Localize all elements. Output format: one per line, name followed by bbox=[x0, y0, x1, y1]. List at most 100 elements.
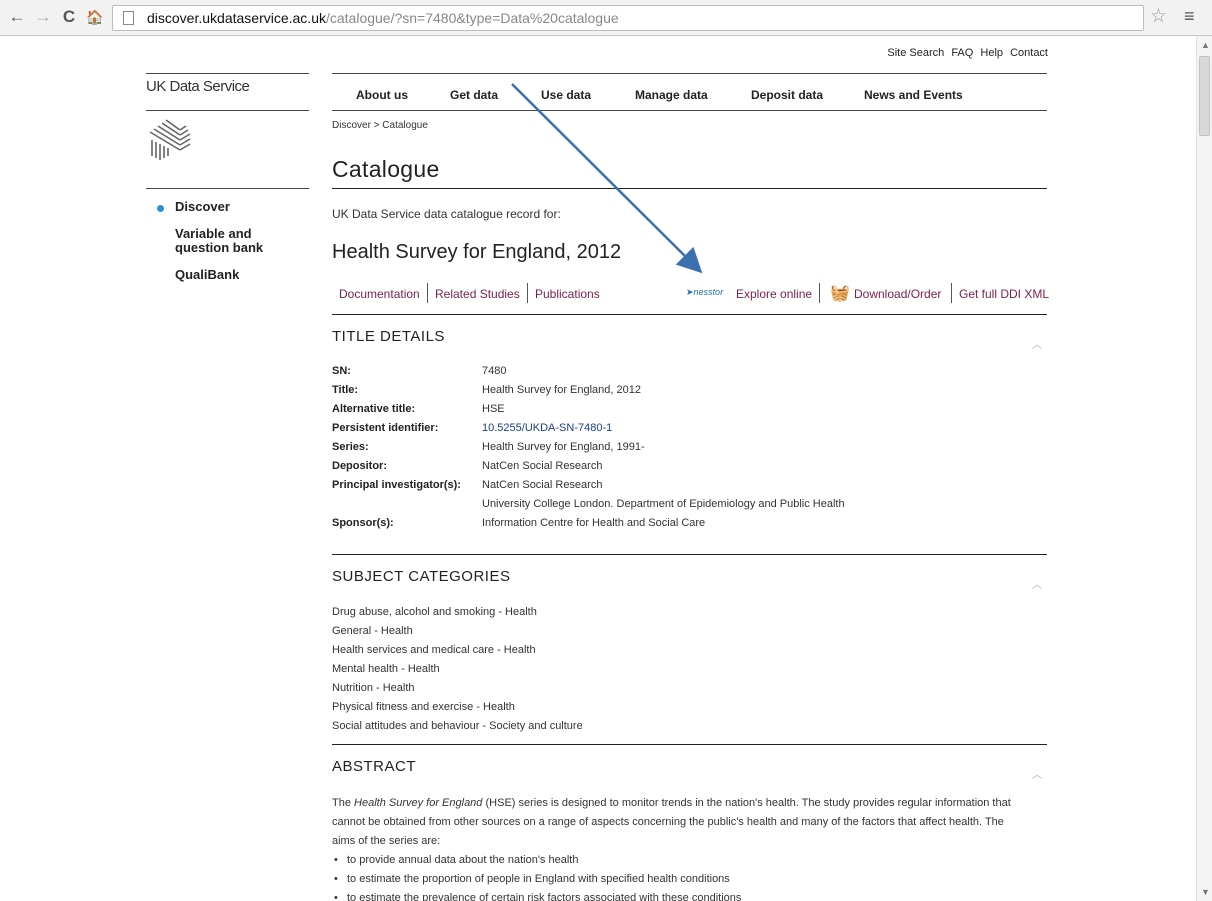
utility-links: Site Search FAQ Help Contact bbox=[860, 47, 1048, 59]
active-indicator-icon bbox=[157, 205, 164, 212]
series-link[interactable]: Health Survey for England, 1991- bbox=[482, 438, 645, 457]
brand-name[interactable]: UK Data Service bbox=[146, 78, 250, 95]
persistent-identifier-link[interactable]: 10.5255/UKDA-SN-7480-1 bbox=[482, 419, 612, 438]
site-search-link[interactable]: Site Search bbox=[887, 47, 944, 59]
separator bbox=[427, 283, 428, 303]
subject-list: Drug abuse, alcohol and smoking - Health… bbox=[332, 603, 583, 736]
vertical-scrollbar[interactable]: ▲ ▼ bbox=[1196, 36, 1212, 901]
sidebar-item-label-line2: question bank bbox=[175, 240, 264, 255]
sidebar-item-label-line1: Variable and bbox=[175, 226, 252, 241]
brand-divider-top bbox=[146, 73, 309, 74]
contact-link[interactable]: Contact bbox=[1010, 47, 1048, 59]
separator bbox=[951, 283, 952, 303]
breadcrumb[interactable]: Discover > Catalogue bbox=[332, 120, 428, 131]
abstract-line: aims of the series are: bbox=[332, 835, 441, 847]
sidebar-item-qualibank[interactable]: QualiBank bbox=[175, 268, 239, 282]
list-item: Social attitudes and behaviour - Society… bbox=[332, 720, 583, 732]
title-divider bbox=[332, 188, 1047, 189]
download-order-link[interactable]: Download/Order bbox=[854, 287, 941, 301]
ddi-xml-link[interactable]: Get full DDI XML bbox=[959, 287, 1049, 301]
separator bbox=[819, 283, 820, 303]
list-item: to estimate the prevalence of certain ri… bbox=[332, 889, 1052, 901]
browser-toolbar: ← → C 🏠 discover.ukdataservice.ac.uk/cat… bbox=[0, 0, 1212, 36]
list-item: to provide annual data about the nation'… bbox=[332, 851, 1052, 870]
url-path: /catalogue/?sn=7480&type=Data%20catalogu… bbox=[325, 10, 619, 26]
detail-value: NatCen Social Research bbox=[482, 460, 603, 472]
subject-categories-heading: SUBJECT CATEGORIES bbox=[332, 568, 511, 585]
list-item: General - Health bbox=[332, 625, 413, 637]
title-details-heading: TITLE DETAILS bbox=[332, 328, 445, 345]
abstract-bullets: to provide annual data about the nation'… bbox=[332, 851, 1052, 901]
nav-deposit-data[interactable]: Deposit data bbox=[751, 88, 823, 102]
detail-row: Title: Health Survey for England, 2012 bbox=[332, 381, 1047, 400]
detail-row: Alternative title: HSE bbox=[332, 400, 1047, 419]
detail-key: Sponsor(s): bbox=[332, 517, 394, 529]
nav-get-data[interactable]: Get data bbox=[450, 88, 498, 102]
reload-button[interactable]: C bbox=[58, 6, 80, 28]
collapse-icon[interactable]: ︿ bbox=[1032, 576, 1042, 591]
nav-news-and-events[interactable]: News and Events bbox=[864, 88, 963, 102]
list-item: Physical fitness and exercise - Health bbox=[332, 701, 515, 713]
main-navigation: About us Get data Use data Manage data D… bbox=[332, 88, 1047, 102]
address-bar[interactable]: discover.ukdataservice.ac.uk/catalogue/?… bbox=[112, 5, 1144, 31]
url-host: discover.ukdataservice.ac.uk bbox=[147, 10, 326, 26]
list-item: to estimate the proportion of people in … bbox=[332, 870, 1052, 889]
page-title: Catalogue bbox=[332, 156, 440, 182]
collapse-icon[interactable]: ︿ bbox=[1032, 336, 1042, 351]
record-actions: Documentation Related Studies Publicatio… bbox=[332, 283, 1052, 303]
faq-link[interactable]: FAQ bbox=[951, 47, 973, 59]
nav-divider bbox=[332, 110, 1047, 111]
detail-key: Series: bbox=[332, 441, 369, 453]
detail-value: Health Survey for England, 2012 bbox=[482, 384, 641, 396]
abstract-line: cannot be obtained from other sources on… bbox=[332, 816, 1004, 828]
publications-link[interactable]: Publications bbox=[535, 287, 600, 301]
detail-key: Title: bbox=[332, 384, 359, 396]
detail-key: Persistent identifier: bbox=[332, 422, 439, 434]
abstract-heading: ABSTRACT bbox=[332, 758, 417, 775]
menu-icon[interactable]: ≡ bbox=[1184, 6, 1195, 27]
detail-row: Depositor: NatCen Social Research bbox=[332, 457, 1047, 476]
list-item: Health services and medical care - Healt… bbox=[332, 644, 536, 656]
detail-row: SN: 7480 bbox=[332, 362, 1047, 381]
abstract-text: The bbox=[332, 797, 355, 809]
detail-value: University College London. Department of… bbox=[482, 498, 845, 510]
brand-divider-bottom bbox=[146, 110, 309, 111]
section-divider bbox=[332, 554, 1047, 555]
help-link[interactable]: Help bbox=[980, 47, 1003, 59]
section-divider bbox=[332, 744, 1047, 745]
detail-value: NatCen Social Research bbox=[482, 479, 603, 491]
bookmark-star-icon[interactable]: ☆ bbox=[1150, 5, 1167, 28]
detail-row: University College London. Department of… bbox=[332, 495, 1047, 514]
sidebar-item-discover[interactable]: Discover bbox=[175, 200, 230, 214]
study-title: Health Survey for England, 2012 bbox=[332, 241, 622, 263]
detail-row: Sponsor(s): Information Centre for Health… bbox=[332, 514, 1047, 533]
nesstor-logo-icon[interactable]: ➤nesstor bbox=[686, 287, 723, 298]
list-item: Nutrition - Health bbox=[332, 682, 415, 694]
sidebar-divider bbox=[146, 188, 309, 189]
uk-data-service-logo-icon[interactable] bbox=[146, 118, 196, 162]
nav-manage-data[interactable]: Manage data bbox=[635, 88, 708, 102]
forward-button[interactable]: → bbox=[32, 6, 54, 28]
scroll-up-icon[interactable]: ▲ bbox=[1201, 40, 1210, 50]
abstract-line: The Health Survey for England (HSE) seri… bbox=[332, 794, 1052, 813]
scroll-down-icon[interactable]: ▼ bbox=[1201, 887, 1210, 897]
detail-key: SN: bbox=[332, 365, 351, 377]
nav-about-us[interactable]: About us bbox=[356, 88, 408, 102]
detail-row: Series: Health Survey for England, 1991- bbox=[332, 438, 1047, 457]
home-button[interactable]: 🏠 bbox=[84, 6, 106, 28]
detail-value: HSE bbox=[482, 403, 505, 415]
sidebar-item-variable-and-question-bank[interactable]: Variable and question bank bbox=[175, 227, 263, 255]
explore-online-link[interactable]: Explore online bbox=[736, 287, 812, 301]
documentation-link[interactable]: Documentation bbox=[339, 287, 420, 301]
basket-icon[interactable]: 🧺 bbox=[830, 283, 850, 303]
detail-key: Principal investigator(s): bbox=[332, 479, 461, 491]
scroll-thumb[interactable] bbox=[1199, 56, 1210, 136]
abstract-emphasis: Health Survey for England bbox=[354, 797, 483, 809]
nesstor-label: nesstor bbox=[693, 287, 724, 297]
back-button[interactable]: ← bbox=[6, 6, 28, 28]
collapse-icon[interactable]: ︿ bbox=[1032, 766, 1042, 781]
nav-use-data[interactable]: Use data bbox=[541, 88, 591, 102]
related-studies-link[interactable]: Related Studies bbox=[435, 287, 520, 301]
separator bbox=[527, 283, 528, 303]
list-item: Drug abuse, alcohol and smoking - Health bbox=[332, 606, 537, 618]
